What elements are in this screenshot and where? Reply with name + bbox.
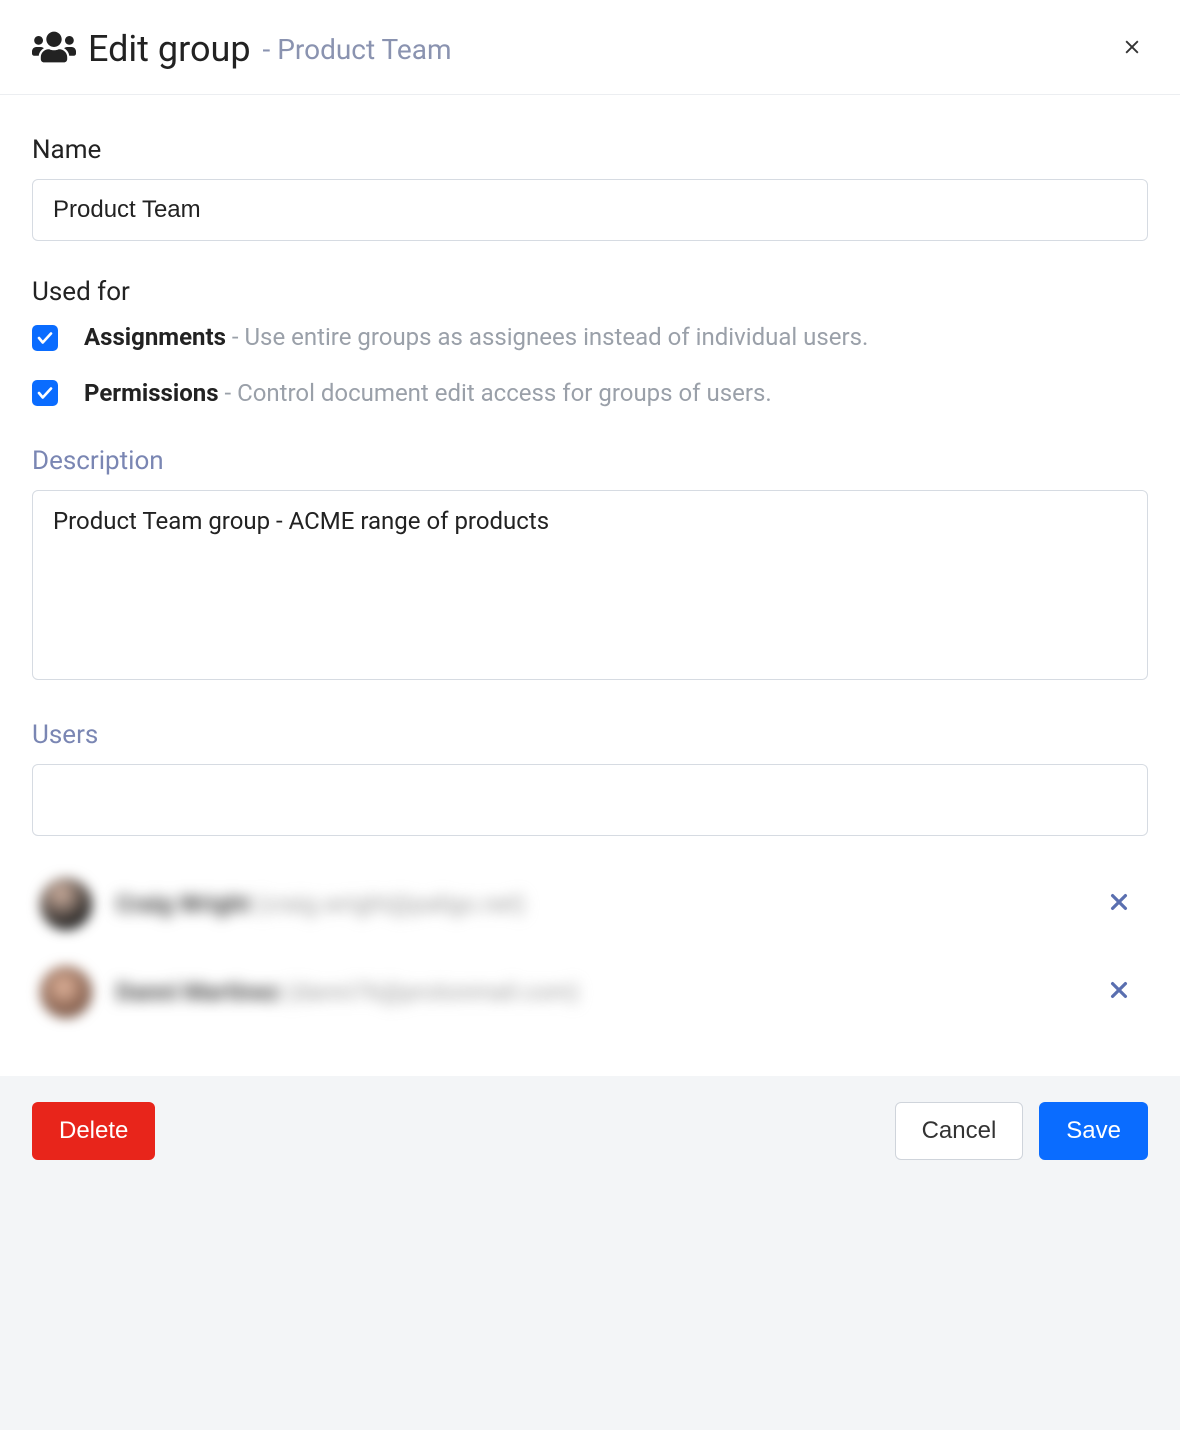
modal-title-wrap: Edit group - Product Team [32,28,452,70]
used-for-label: Used for [32,277,1148,307]
users-add-input[interactable] [32,764,1148,836]
checkbox-permissions-title: Permissions [84,379,219,407]
save-button[interactable]: Save [1039,1102,1148,1160]
user-email: (danni76@protonmail.com) [286,978,579,1006]
remove-user-button[interactable] [1098,970,1140,1014]
user-name: Craig Wright [116,890,250,918]
users-icon [32,29,76,69]
field-description: Description [32,446,1148,684]
checkbox-assignments-row: Assignments - Use entire groups as assig… [32,321,1148,355]
checkbox-permissions-text: Permissions - Control document edit acce… [84,377,772,411]
user-row: Danni Martinez (danni76@protonmail.com) [32,948,1148,1036]
modal-header: Edit group - Product Team [0,0,1180,95]
field-users: Users Craig Wright (craig.wright@paligo.… [32,720,1148,1036]
user-list: Craig Wright (craig.wright@paligo.net) D… [32,860,1148,1036]
checkbox-permissions[interactable] [32,380,58,406]
description-textarea[interactable] [32,490,1148,680]
remove-user-button[interactable] [1098,882,1140,926]
checkbox-assignments-text: Assignments - Use entire groups as assig… [84,321,868,355]
checkbox-assignments-desc: - Use entire groups as assignees instead… [226,323,868,351]
user-email: (craig.wright@paligo.net) [256,890,525,918]
checkbox-permissions-desc: - Control document edit access for group… [219,379,772,407]
field-name: Name [32,135,1148,241]
checkbox-permissions-row: Permissions - Control document edit acce… [32,377,1148,411]
user-name: Danni Martinez [116,978,280,1006]
user-text: Danni Martinez (danni76@protonmail.com) [116,978,1074,1006]
user-text: Craig Wright (craig.wright@paligo.net) [116,890,1074,918]
cancel-button[interactable]: Cancel [895,1102,1024,1160]
users-label: Users [32,720,1148,750]
avatar [40,966,92,1018]
close-icon [1122,36,1142,63]
name-input[interactable] [32,179,1148,241]
checkbox-assignments[interactable] [32,325,58,351]
remove-icon [1108,888,1130,919]
remove-icon [1108,976,1130,1007]
name-label: Name [32,135,1148,165]
footer-right: Cancel Save [895,1102,1148,1160]
close-button[interactable] [1116,31,1148,68]
modal-footer: Delete Cancel Save [0,1076,1180,1430]
user-row: Craig Wright (craig.wright@paligo.net) [32,860,1148,948]
description-label: Description [32,446,1148,476]
modal-title: Edit group [88,28,251,70]
avatar [40,878,92,930]
delete-button[interactable]: Delete [32,1102,155,1160]
modal-body: Name Used for Assignments - Use entire g… [0,95,1180,1076]
field-used-for: Used for Assignments - Use entire groups… [32,277,1148,410]
modal-subtitle: - Product Team [263,33,452,66]
checkbox-assignments-title: Assignments [84,323,226,351]
